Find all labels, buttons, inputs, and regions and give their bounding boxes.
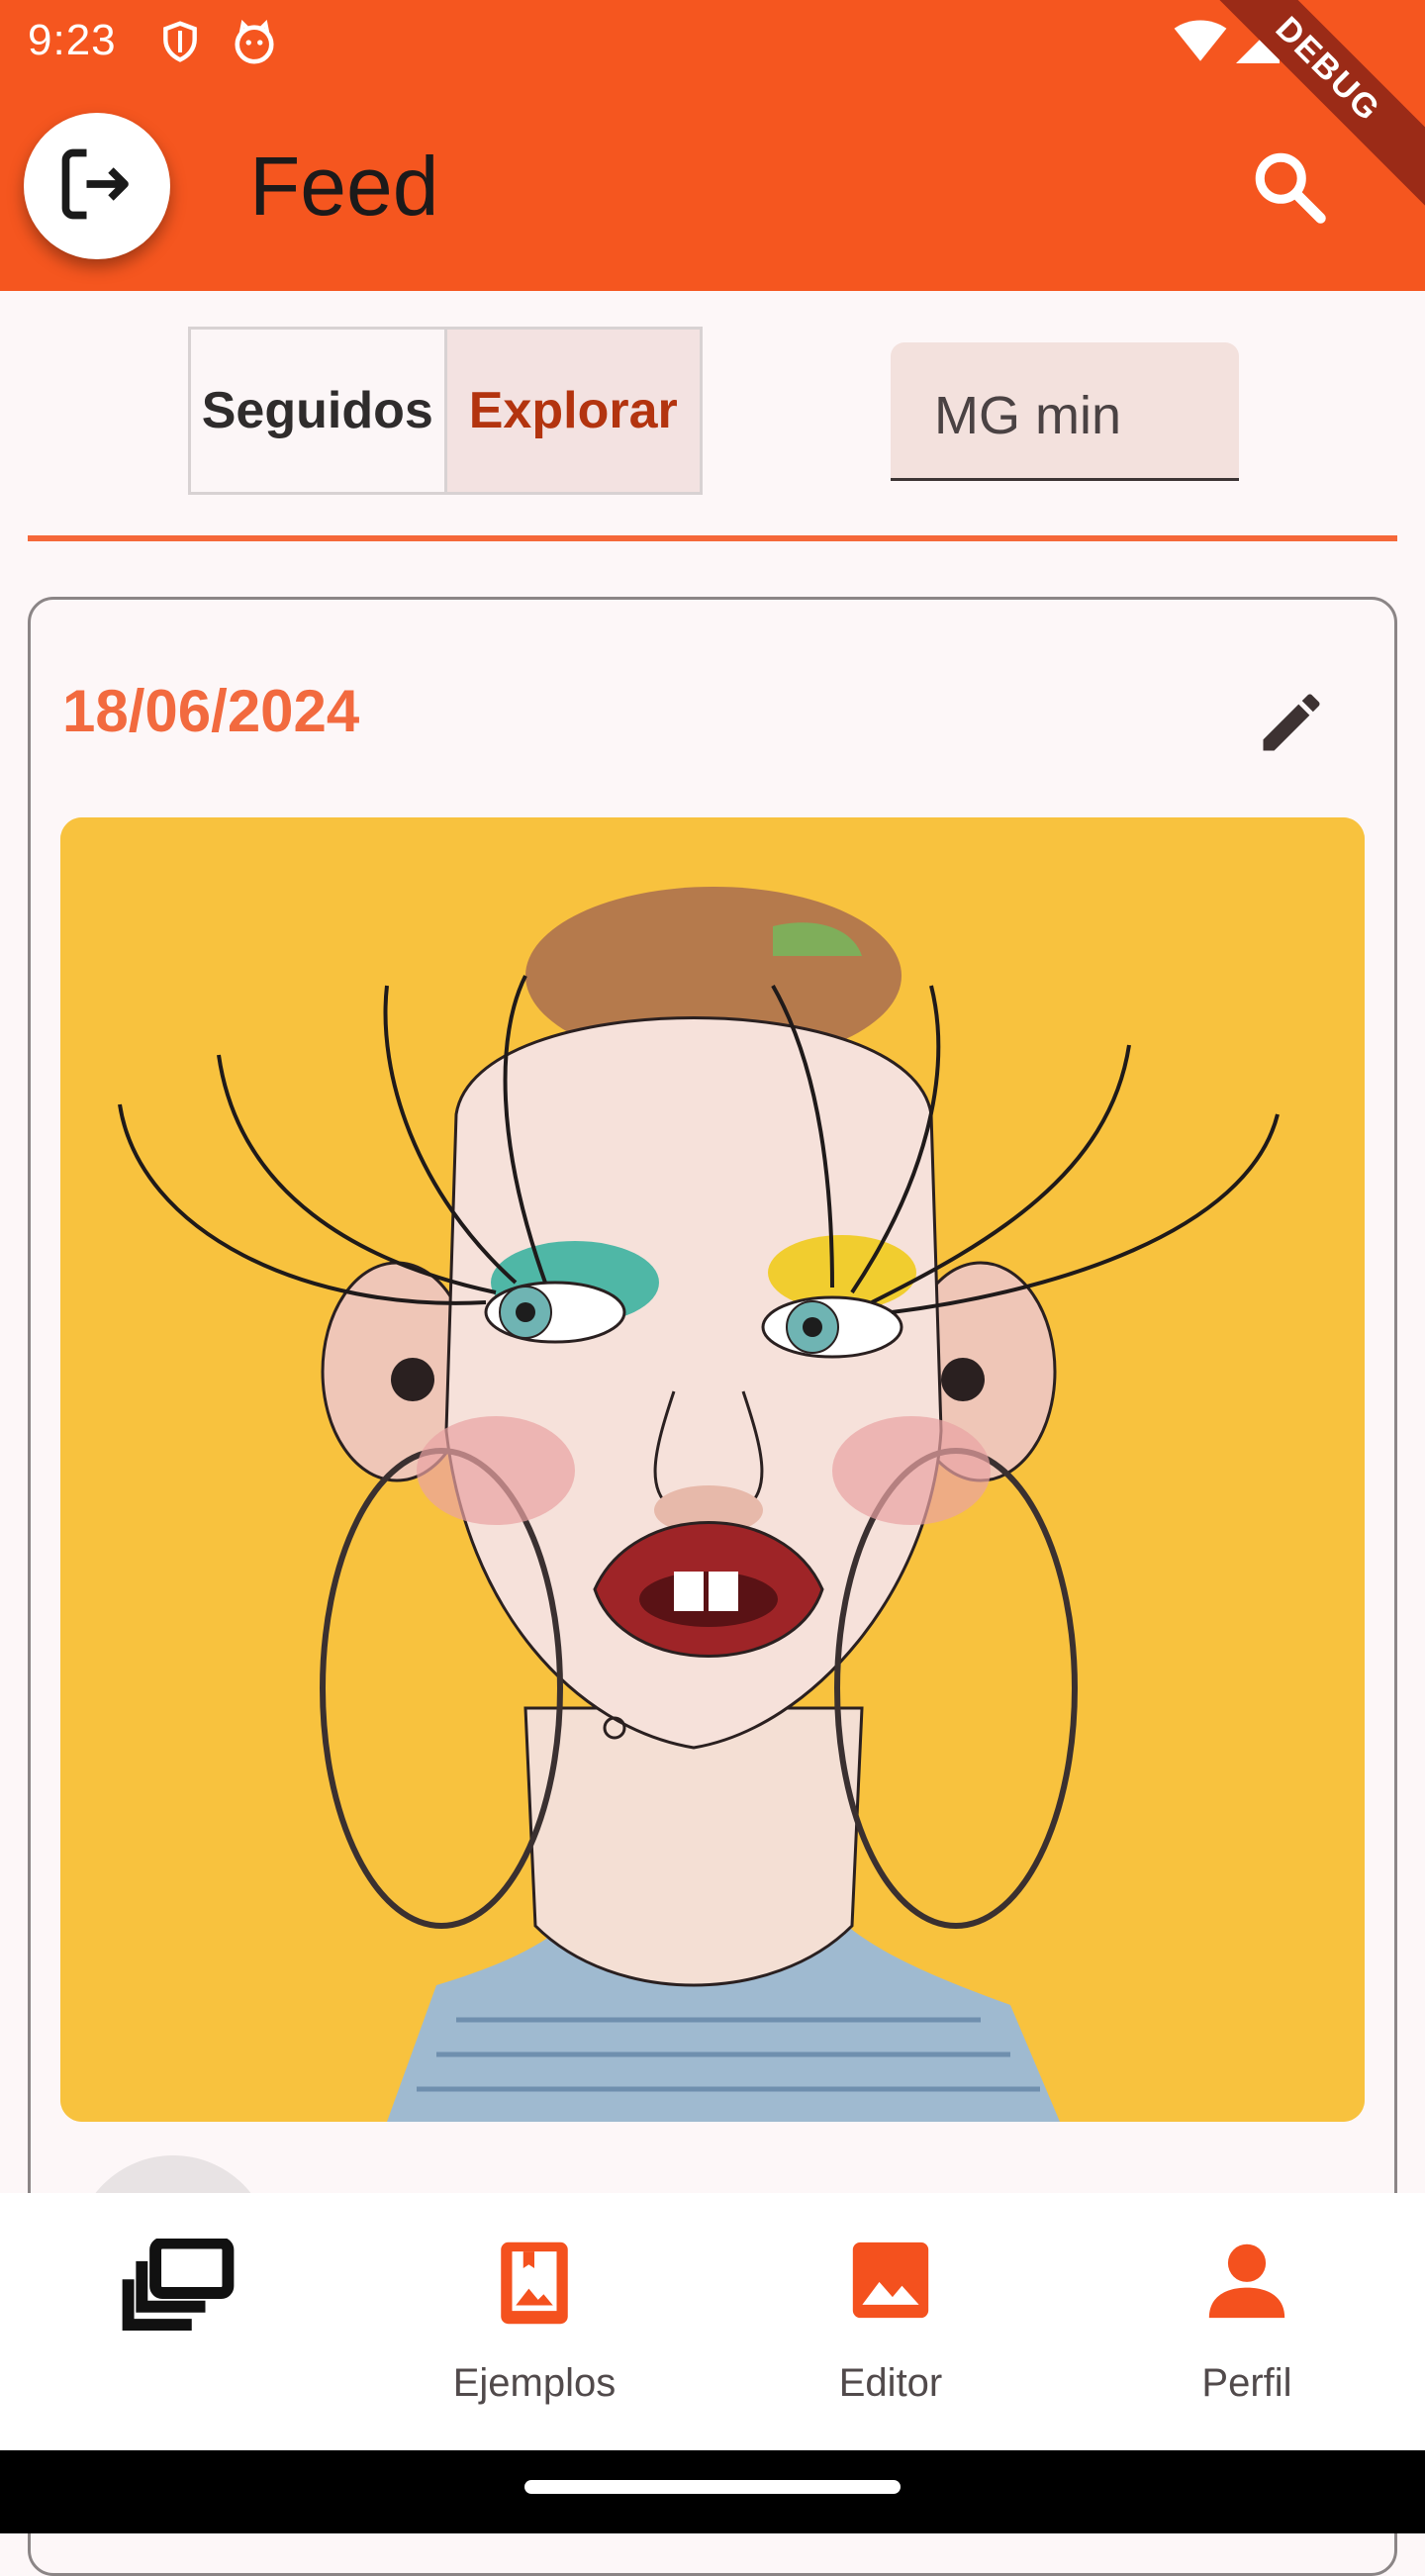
feed-stack-icon: [119, 2237, 238, 2352]
nav-label-perfil: Perfil: [1201, 2361, 1292, 2405]
post-date: 18/06/2024: [62, 678, 360, 744]
nav-label-ejemplos: Ejemplos: [452, 2361, 617, 2405]
logout-button[interactable]: [24, 113, 170, 259]
tab-explorar[interactable]: Explorar: [446, 330, 700, 492]
image-icon: [849, 2239, 932, 2327]
shield-icon: [158, 20, 202, 74]
nav-label-editor: Editor: [838, 2361, 943, 2405]
logout-icon: [55, 143, 139, 231]
person-icon: [1205, 2239, 1288, 2327]
bottom-navigation: Ejemplos Editor Perfil: [0, 2193, 1425, 2450]
mg-min-filter-field[interactable]: MG min: [891, 342, 1239, 481]
app-bar: 9:23 DEBUG Feed: [0, 0, 1425, 291]
nav-item-editor[interactable]: Editor: [712, 2193, 1069, 2450]
photo-album-icon: [495, 2239, 574, 2333]
feed-segmented-control: Seguidos Explorar: [188, 327, 703, 495]
page-title: Feed: [249, 140, 439, 233]
post-illustration: [60, 817, 1365, 2122]
system-gesture-bar: [0, 2450, 1425, 2533]
status-time: 9:23: [28, 16, 117, 64]
nav-item-feed[interactable]: [0, 2193, 356, 2450]
search-button[interactable]: [1235, 135, 1344, 243]
section-divider: [28, 535, 1397, 541]
nav-item-ejemplos[interactable]: Ejemplos: [356, 2193, 712, 2450]
cat-notification-icon: [232, 19, 277, 76]
status-bar: 9:23: [0, 0, 1425, 83]
edit-post-button[interactable]: [1242, 675, 1341, 774]
tab-seguidos[interactable]: Seguidos: [191, 330, 447, 492]
nav-item-perfil[interactable]: Perfil: [1069, 2193, 1425, 2450]
wifi-icon: [1174, 20, 1227, 74]
search-icon: [1248, 145, 1331, 234]
home-gesture-handle[interactable]: [524, 2480, 901, 2494]
post-image[interactable]: [60, 817, 1365, 2122]
pencil-icon: [1254, 685, 1329, 765]
